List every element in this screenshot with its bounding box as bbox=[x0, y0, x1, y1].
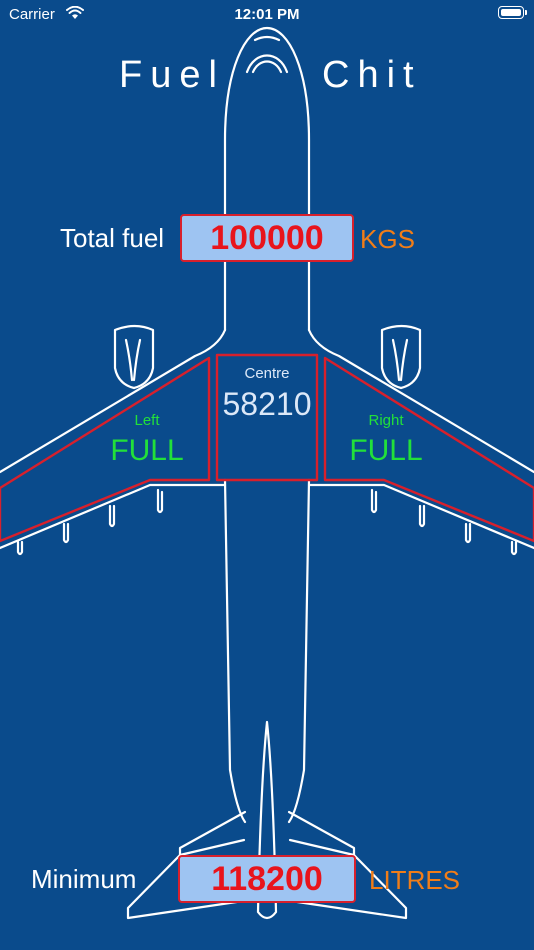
minimum-input[interactable]: 118200 bbox=[178, 855, 356, 903]
airplane-outline bbox=[0, 26, 534, 920]
status-bar: Carrier 12:01 PM bbox=[0, 0, 534, 30]
fuselage-lower-left bbox=[223, 478, 247, 824]
right-stabilizer bbox=[287, 810, 356, 857]
minimum-label: Minimum bbox=[31, 864, 137, 894]
cockpit-arc-inner bbox=[251, 60, 283, 74]
app-title-fuel: Fuel bbox=[119, 54, 225, 96]
total-fuel-label: Total fuel bbox=[60, 223, 165, 253]
right-tank-value[interactable]: FULL bbox=[336, 434, 436, 468]
minimum-unit[interactable]: LITRES bbox=[369, 865, 460, 896]
left-stabilizer bbox=[178, 810, 247, 857]
status-time: 12:01 PM bbox=[234, 6, 300, 23]
fuselage-lower-right bbox=[287, 478, 311, 824]
total-fuel-unit[interactable]: KGS bbox=[360, 224, 415, 255]
app-title-chit: Chit bbox=[322, 54, 422, 96]
right-tank-label: Right bbox=[368, 412, 404, 429]
cockpit-top bbox=[253, 35, 281, 42]
left-tank-value[interactable]: FULL bbox=[97, 434, 197, 468]
left-tank-label: Left bbox=[134, 412, 160, 429]
fuselage-outline bbox=[223, 26, 311, 332]
centre-tank-value[interactable]: 58210 bbox=[207, 386, 327, 423]
total-fuel-input[interactable]: 100000 bbox=[180, 214, 354, 262]
battery-icon bbox=[498, 6, 527, 19]
centre-tank-label: Centre bbox=[244, 365, 290, 382]
